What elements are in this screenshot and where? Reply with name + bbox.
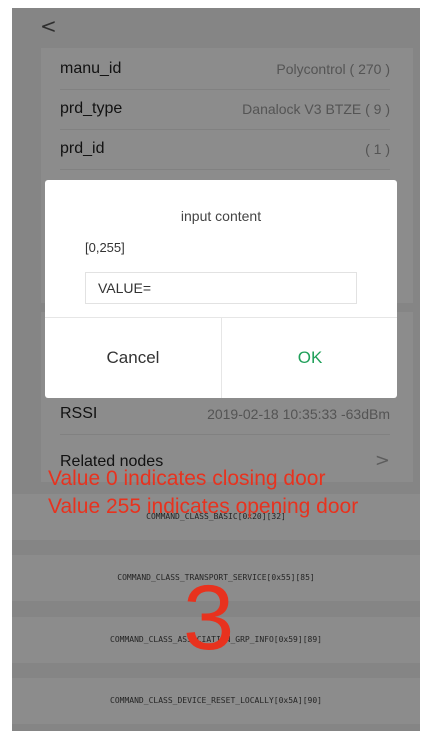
value-range-label: [0,255] bbox=[85, 240, 125, 255]
cancel-button[interactable]: Cancel bbox=[45, 318, 221, 398]
input-dialog: input content [0,255] Cancel OK bbox=[45, 180, 397, 398]
annotation-line-opening: Value 255 indicates opening door bbox=[48, 495, 359, 518]
annotation-line-closing: Value 0 indicates closing door bbox=[48, 467, 326, 490]
value-input[interactable] bbox=[85, 272, 357, 304]
dialog-title: input content bbox=[180, 208, 262, 224]
ok-button[interactable]: OK bbox=[222, 318, 398, 398]
step-number-annotation: 3 bbox=[183, 567, 235, 669]
